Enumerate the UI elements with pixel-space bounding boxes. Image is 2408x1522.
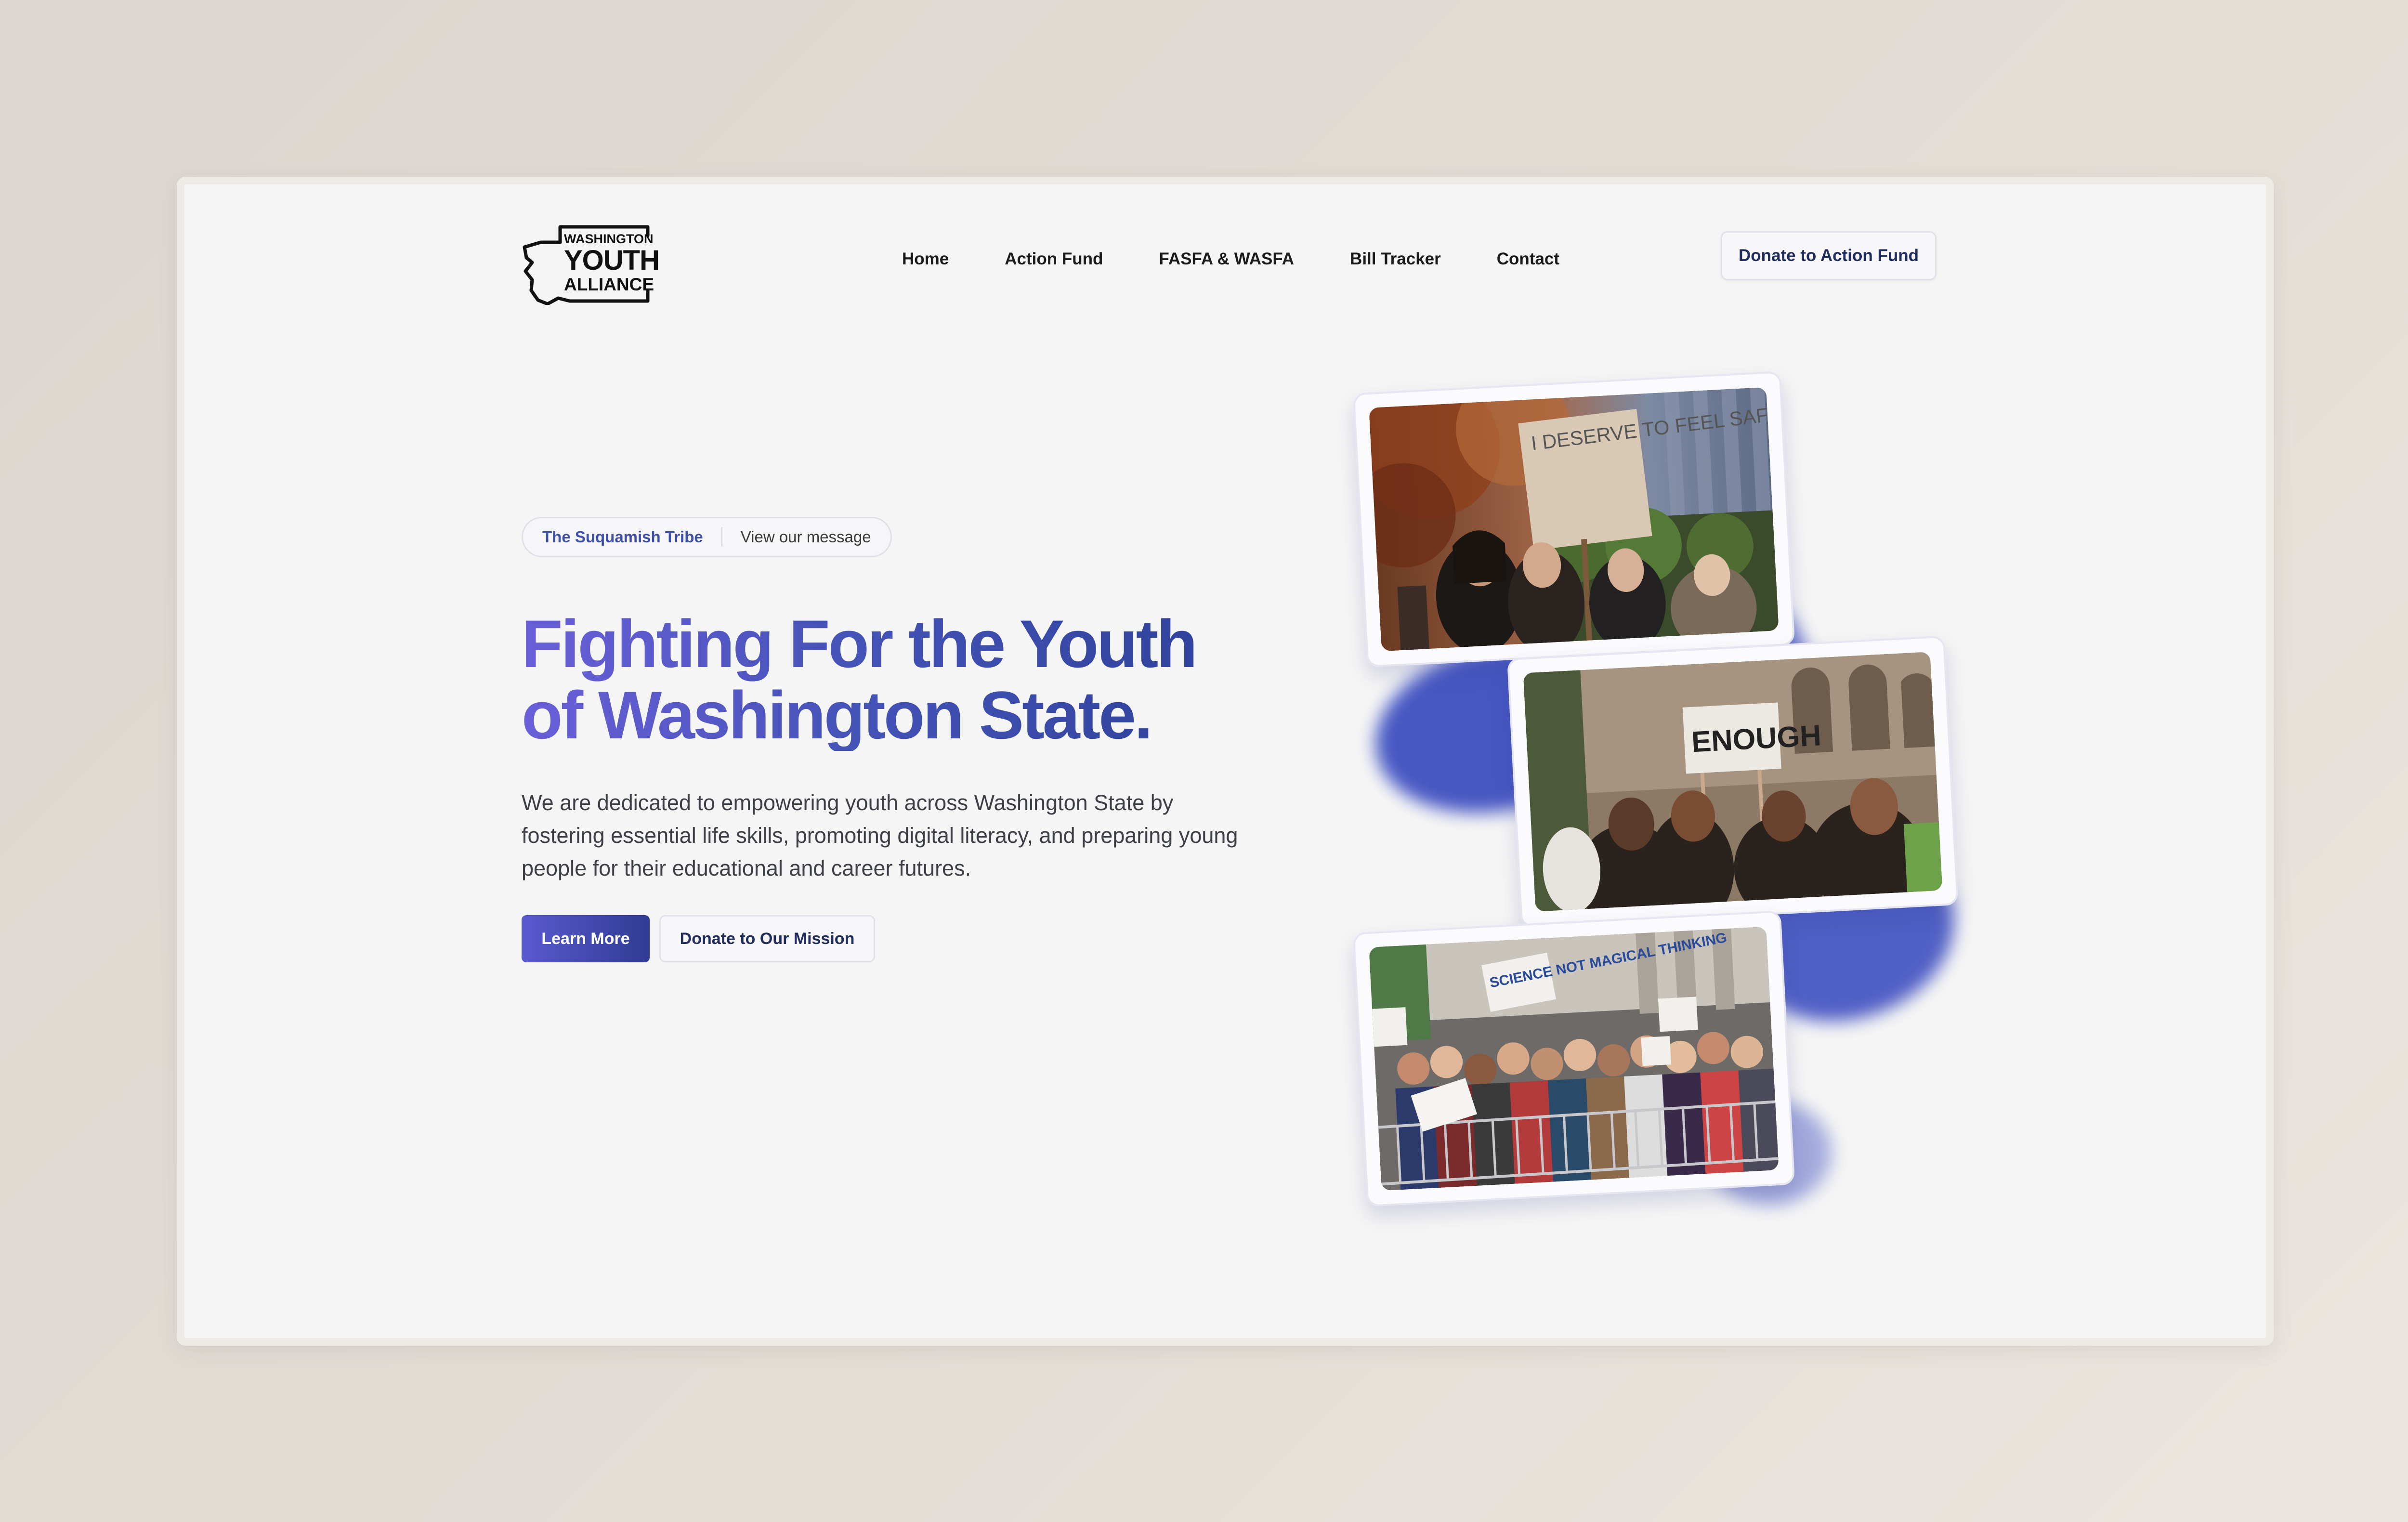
learn-more-button[interactable]: Learn More — [522, 915, 650, 962]
nav-action-fund[interactable]: Action Fund — [1005, 249, 1103, 269]
photo-card-school-safety: I DESERVE TO FEEL SAFE AT SCHOOL — [1352, 371, 1795, 668]
logo-line-3: ALLIANCE — [564, 275, 654, 294]
nav-contact[interactable]: Contact — [1497, 249, 1559, 269]
announcement-pill[interactable]: The Suquamish Tribe View our message — [522, 517, 892, 557]
hero-title-line-1: Fighting For the Youth — [522, 606, 1196, 682]
photo-card-science: SCIENCE NOT MAGICAL THINKING — [1352, 910, 1795, 1207]
page-frame: WASHINGTON YOUTH ALLIANCE Home Action Fu… — [177, 177, 2274, 1346]
hero-description: We are dedicated to empowering youth acr… — [522, 790, 1238, 880]
nav-home[interactable]: Home — [902, 249, 949, 269]
nav-bill-tracker[interactable]: Bill Tracker — [1350, 249, 1441, 269]
logo-line-2: YOUTH — [564, 245, 660, 276]
logo-wordmark: WASHINGTON YOUTH ALLIANCE — [564, 232, 660, 294]
protest-photo-science: SCIENCE NOT MAGICAL THINKING — [1369, 926, 1779, 1191]
nav-fasfa-wasfa[interactable]: FASFA & WASFA — [1159, 249, 1294, 269]
protest-photo-safe-school: I DESERVE TO FEEL SAFE AT SCHOOL — [1369, 387, 1779, 652]
protest-photo-enough: ENOUGH — [1523, 652, 1943, 912]
site-logo[interactable]: WASHINGTON YOUTH ALLIANCE — [522, 223, 660, 306]
logo-line-1: WASHINGTON — [564, 232, 654, 246]
pill-link[interactable]: View our message — [741, 528, 871, 546]
photo-card-enough: ENOUGH — [1506, 635, 1959, 928]
pill-highlight: The Suquamish Tribe — [542, 528, 703, 546]
donate-action-fund-button[interactable]: Donate to Action Fund — [1721, 231, 1937, 280]
donate-mission-button[interactable]: Donate to Our Mission — [659, 915, 875, 962]
pill-divider — [721, 527, 722, 547]
hero-title: Fighting For the Youth of Washington Sta… — [522, 608, 1273, 751]
sign-text: ENOUGH — [1691, 719, 1822, 759]
main-nav: Home Action Fund FASFA & WASFA Bill Trac… — [902, 249, 1559, 269]
hero-title-line-2: of Washington State. — [522, 677, 1151, 753]
